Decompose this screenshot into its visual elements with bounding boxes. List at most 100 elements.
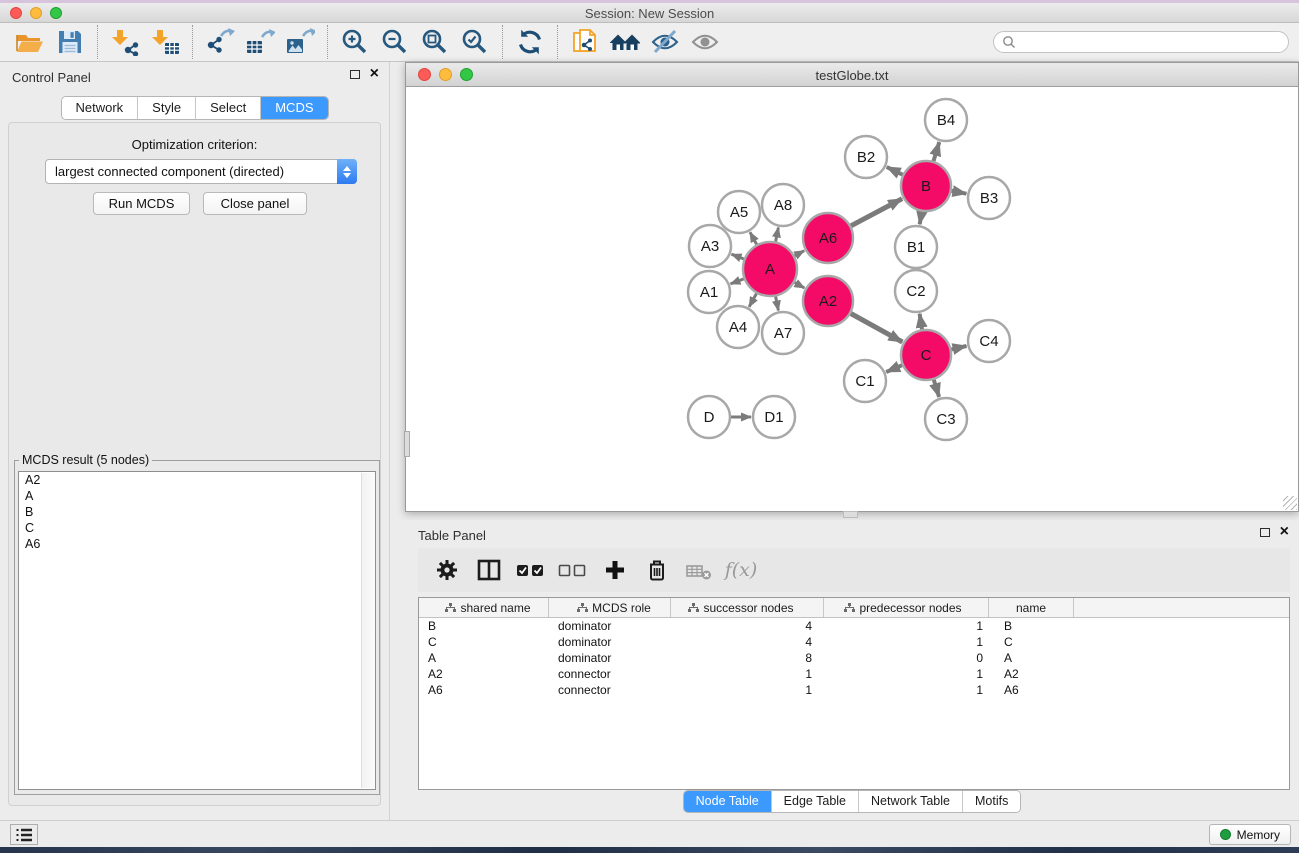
tab-network-table[interactable]: Network Table — [858, 791, 962, 812]
mcds-result-item[interactable]: A2 — [19, 472, 375, 488]
hide-graphics-details-icon[interactable] — [645, 25, 685, 59]
network-canvas[interactable]: B4 B2 B B3 A5A8A6 A3 B1 A A1 C2 A2 A4A7 C4 C C1 C3 D D1 — [406, 88, 1298, 511]
zoom-selected-icon[interactable] — [455, 25, 495, 59]
edge-C-C4[interactable] — [951, 346, 966, 349]
export-network-icon[interactable] — [200, 25, 240, 59]
import-network-icon[interactable] — [105, 25, 145, 59]
import-table-icon[interactable] — [145, 25, 185, 59]
node-A6[interactable]: A6 — [803, 213, 853, 263]
node-C3[interactable]: C3 — [925, 398, 967, 440]
node-D1[interactable]: D1 — [753, 396, 795, 438]
mcds-result-item[interactable]: B — [19, 504, 375, 520]
node-A2[interactable]: A2 — [803, 276, 853, 326]
mcds-result-item[interactable]: C — [19, 520, 375, 536]
search-input[interactable] — [1020, 35, 1280, 49]
node-B4[interactable]: B4 — [925, 99, 967, 141]
export-table-icon[interactable] — [240, 25, 280, 59]
close-panel-icon[interactable]: × — [370, 68, 379, 80]
network-window-titlebar[interactable]: testGlobe.txt — [406, 63, 1298, 87]
table-row[interactable]: Bdominator41B — [419, 618, 1289, 634]
edge-A-A7[interactable] — [776, 296, 779, 310]
tab-select[interactable]: Select — [195, 97, 260, 119]
node-B[interactable]: B — [901, 161, 951, 211]
column-header-successor-nodes[interactable]: successor nodes — [671, 598, 824, 617]
gear-icon[interactable] — [428, 552, 466, 588]
edge-A-A2[interactable] — [795, 283, 805, 289]
zoom-in-icon[interactable] — [335, 25, 375, 59]
node-B1[interactable]: B1 — [895, 226, 937, 268]
column-header-shared-name[interactable]: shared name — [419, 598, 549, 617]
node-A1[interactable]: A1 — [688, 271, 730, 313]
table-row[interactable]: A2connector11A2 — [419, 666, 1289, 682]
window-edge-handle[interactable] — [404, 431, 410, 457]
save-session-icon[interactable] — [50, 25, 90, 59]
table-row[interactable]: A6connector11A6 — [419, 682, 1289, 698]
result-scrollbar[interactable] — [361, 473, 375, 788]
select-all-icon[interactable] — [512, 552, 550, 588]
float-table-panel-icon[interactable] — [1260, 528, 1270, 537]
float-panel-icon[interactable] — [350, 70, 360, 79]
edge-C-C2[interactable] — [920, 314, 922, 330]
window-resize-grip[interactable] — [1283, 496, 1297, 510]
node-A[interactable]: A — [743, 242, 797, 296]
node-C1[interactable]: C1 — [844, 360, 886, 402]
edge-A-A8[interactable] — [776, 228, 779, 242]
task-history-button[interactable] — [10, 824, 38, 845]
edge-C-C3[interactable] — [934, 380, 939, 397]
node-D[interactable]: D — [688, 396, 730, 438]
edge-A-A4[interactable] — [749, 294, 756, 307]
edge-B-B1[interactable] — [920, 212, 922, 225]
show-graphics-details-icon[interactable] — [685, 25, 725, 59]
node-C4[interactable]: C4 — [968, 320, 1010, 362]
node-A8[interactable]: A8 — [762, 184, 804, 226]
node-A5[interactable]: A5 — [718, 191, 760, 233]
column-header-predecessor-nodes[interactable]: predecessor nodes — [824, 598, 989, 617]
edge-B-B3[interactable] — [952, 191, 967, 194]
mcds-result-list[interactable]: A2ABCA6 — [18, 471, 376, 790]
node-B3[interactable]: B3 — [968, 177, 1010, 219]
edge-B-B4[interactable] — [934, 142, 940, 161]
memory-button[interactable]: Memory — [1209, 824, 1291, 845]
tab-mcds[interactable]: MCDS — [260, 97, 327, 119]
zoom-out-icon[interactable] — [375, 25, 415, 59]
close-table-panel-icon[interactable]: × — [1280, 526, 1289, 538]
node-A7[interactable]: A7 — [762, 312, 804, 354]
edge-A-A6[interactable] — [795, 251, 805, 256]
home-icon[interactable] — [605, 25, 645, 59]
deselect-all-icon[interactable] — [554, 552, 592, 588]
table-row[interactable]: Cdominator41C — [419, 634, 1289, 650]
node-C2[interactable]: C2 — [895, 270, 937, 312]
edge-A-A3[interactable] — [732, 254, 744, 259]
open-session-icon[interactable] — [10, 25, 50, 59]
node-C[interactable]: C — [901, 330, 951, 380]
edge-A-A1[interactable] — [731, 279, 744, 284]
export-image-icon[interactable] — [280, 25, 320, 59]
zoom-fit-icon[interactable] — [415, 25, 455, 59]
tab-node-table[interactable]: Node Table — [684, 791, 771, 812]
edge-A2-C[interactable] — [851, 314, 903, 343]
toolbar-search[interactable] — [993, 31, 1289, 53]
edge-B-B2[interactable] — [887, 167, 903, 175]
tab-edge-table[interactable]: Edge Table — [771, 791, 858, 812]
tab-style[interactable]: Style — [137, 97, 195, 119]
mcds-result-item[interactable]: A6 — [19, 536, 375, 552]
criterion-dropdown[interactable]: largest connected component (directed) — [45, 159, 357, 184]
edge-C-C1[interactable] — [886, 365, 902, 372]
node-A3[interactable]: A3 — [689, 225, 731, 267]
column-header-mcds-role[interactable]: MCDS role — [549, 598, 671, 617]
tab-motifs[interactable]: Motifs — [962, 791, 1020, 812]
run-mcds-button[interactable]: Run MCDS — [93, 192, 190, 215]
column-icon[interactable] — [470, 552, 508, 588]
splitter-handle[interactable] — [843, 511, 858, 518]
edge-A6-B[interactable] — [851, 199, 902, 226]
add-icon[interactable] — [596, 552, 634, 588]
delete-icon[interactable] — [638, 552, 676, 588]
node-B2[interactable]: B2 — [845, 136, 887, 178]
node-A4[interactable]: A4 — [717, 306, 759, 348]
network-from-file-icon[interactable] — [565, 25, 605, 59]
tab-network[interactable]: Network — [61, 97, 137, 119]
mcds-result-item[interactable]: A — [19, 488, 375, 504]
apply-layout-icon[interactable] — [510, 25, 550, 59]
close-panel-button[interactable]: Close panel — [203, 192, 307, 215]
column-header-name[interactable]: name — [989, 598, 1074, 617]
